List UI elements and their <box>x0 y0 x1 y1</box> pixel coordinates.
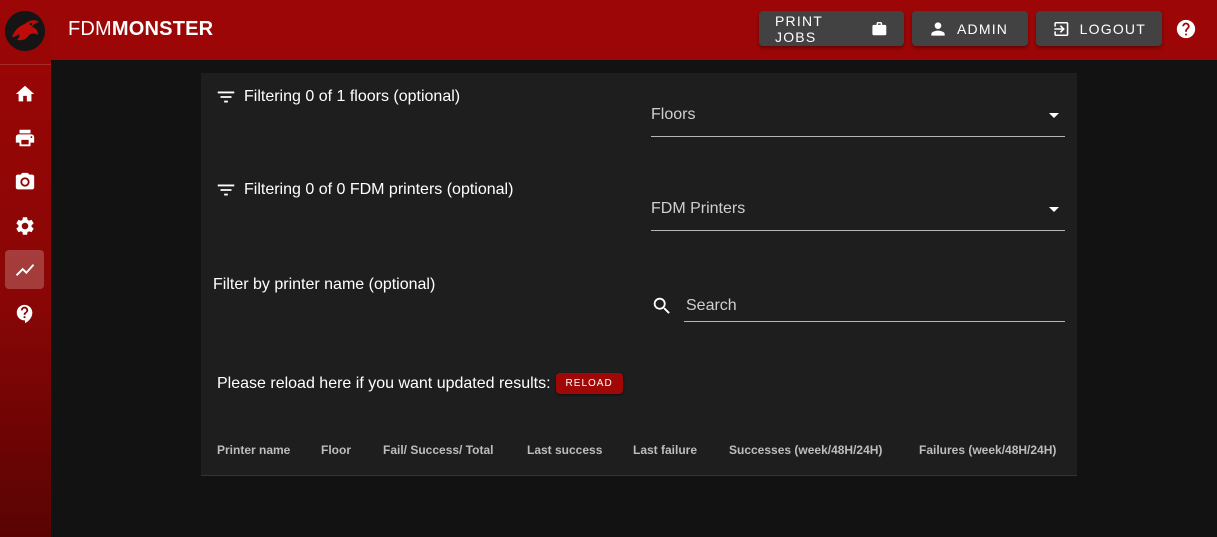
printer-name-filter-label: Filter by printer name (optional) <box>213 276 435 294</box>
search-input[interactable] <box>684 293 1058 319</box>
column-header-floor[interactable]: Floor <box>321 443 351 457</box>
sidebar-item-home[interactable] <box>5 74 44 113</box>
reload-row: Please reload here if you want updated r… <box>217 373 623 394</box>
sidebar-item-settings[interactable] <box>5 206 44 245</box>
brand-light-text: FDM <box>68 18 112 40</box>
chart-line-icon <box>15 263 34 276</box>
filter-icon <box>217 184 235 196</box>
caret-down-icon <box>1049 207 1059 212</box>
caret-down-icon <box>1049 113 1059 118</box>
fdm-printers-select-label: FDM Printers <box>651 200 746 217</box>
help-icon <box>16 304 32 323</box>
admin-label: ADMIN <box>957 20 1009 37</box>
printer-name-filter-text: Filter by printer name (optional) <box>213 276 436 293</box>
search-icon <box>653 297 670 314</box>
logout-button[interactable]: LOGOUT <box>1036 11 1162 46</box>
app-logo[interactable] <box>5 11 45 51</box>
logout-label: LOGOUT <box>1079 20 1146 37</box>
briefcase-icon <box>872 21 887 35</box>
print-jobs-button[interactable]: PRINT JOBS <box>759 11 904 46</box>
column-header-last-success[interactable]: Last success <box>527 443 602 457</box>
column-header-printer-name[interactable]: Printer name <box>217 443 290 457</box>
app-brand[interactable]: FDMMONSTER <box>68 18 213 41</box>
help-circle-icon <box>1176 19 1196 39</box>
printer-icon <box>15 129 34 146</box>
floors-filter-text: Filtering 0 of 1 floors (optional) <box>244 88 461 105</box>
search-field <box>651 291 1065 322</box>
sidebar-item-cameras[interactable] <box>5 162 44 201</box>
printers-filter-label: Filtering 0 of 0 FDM printers (optional) <box>215 179 513 201</box>
camera-icon <box>15 172 34 189</box>
floors-filter-label: Filtering 0 of 1 floors (optional) <box>215 86 460 108</box>
floors-select-label: Floors <box>651 106 696 123</box>
floors-select[interactable]: Floors <box>651 96 1065 137</box>
user-icon <box>931 21 945 36</box>
printers-filter-text: Filtering 0 of 0 FDM printers (optional) <box>244 181 514 198</box>
home-icon <box>15 85 34 101</box>
column-header-successes[interactable]: Successes (week/48H/24H) <box>729 443 882 457</box>
reload-hint-text: Please reload here if you want updated r… <box>217 374 551 392</box>
filter-icon <box>217 91 235 103</box>
fdm-printers-select[interactable]: FDM Printers <box>651 190 1065 231</box>
sidebar-item-printers[interactable] <box>5 118 44 157</box>
logout-icon <box>1054 21 1069 36</box>
reload-button[interactable]: RELOAD <box>555 373 623 394</box>
sidebar-divider <box>0 64 51 65</box>
brand-bold-text: MONSTER <box>111 18 214 40</box>
statistics-card: Filtering 0 of 1 floors (optional) Floor… <box>201 73 1077 476</box>
sidebar-item-statistics[interactable] <box>5 250 44 289</box>
admin-button[interactable]: ADMIN <box>912 11 1028 46</box>
top-app-bar: FDMMONSTER PRINT JOBS ADMIN LOGOUT <box>51 0 1217 60</box>
table-header: Printer name Floor Fail/ Success/ Total … <box>201 443 1077 461</box>
help-button[interactable] <box>1175 18 1197 40</box>
sidebar-item-help[interactable] <box>5 294 44 333</box>
gear-icon <box>15 216 34 235</box>
search-field-underline <box>684 291 1065 322</box>
column-header-failures[interactable]: Failures (week/48H/24H) <box>919 443 1056 457</box>
column-header-fail-success-total[interactable]: Fail/ Success/ Total <box>383 443 493 457</box>
column-header-last-failure[interactable]: Last failure <box>633 443 697 457</box>
sidebar <box>0 0 52 537</box>
print-jobs-label: PRINT JOBS <box>775 12 823 45</box>
